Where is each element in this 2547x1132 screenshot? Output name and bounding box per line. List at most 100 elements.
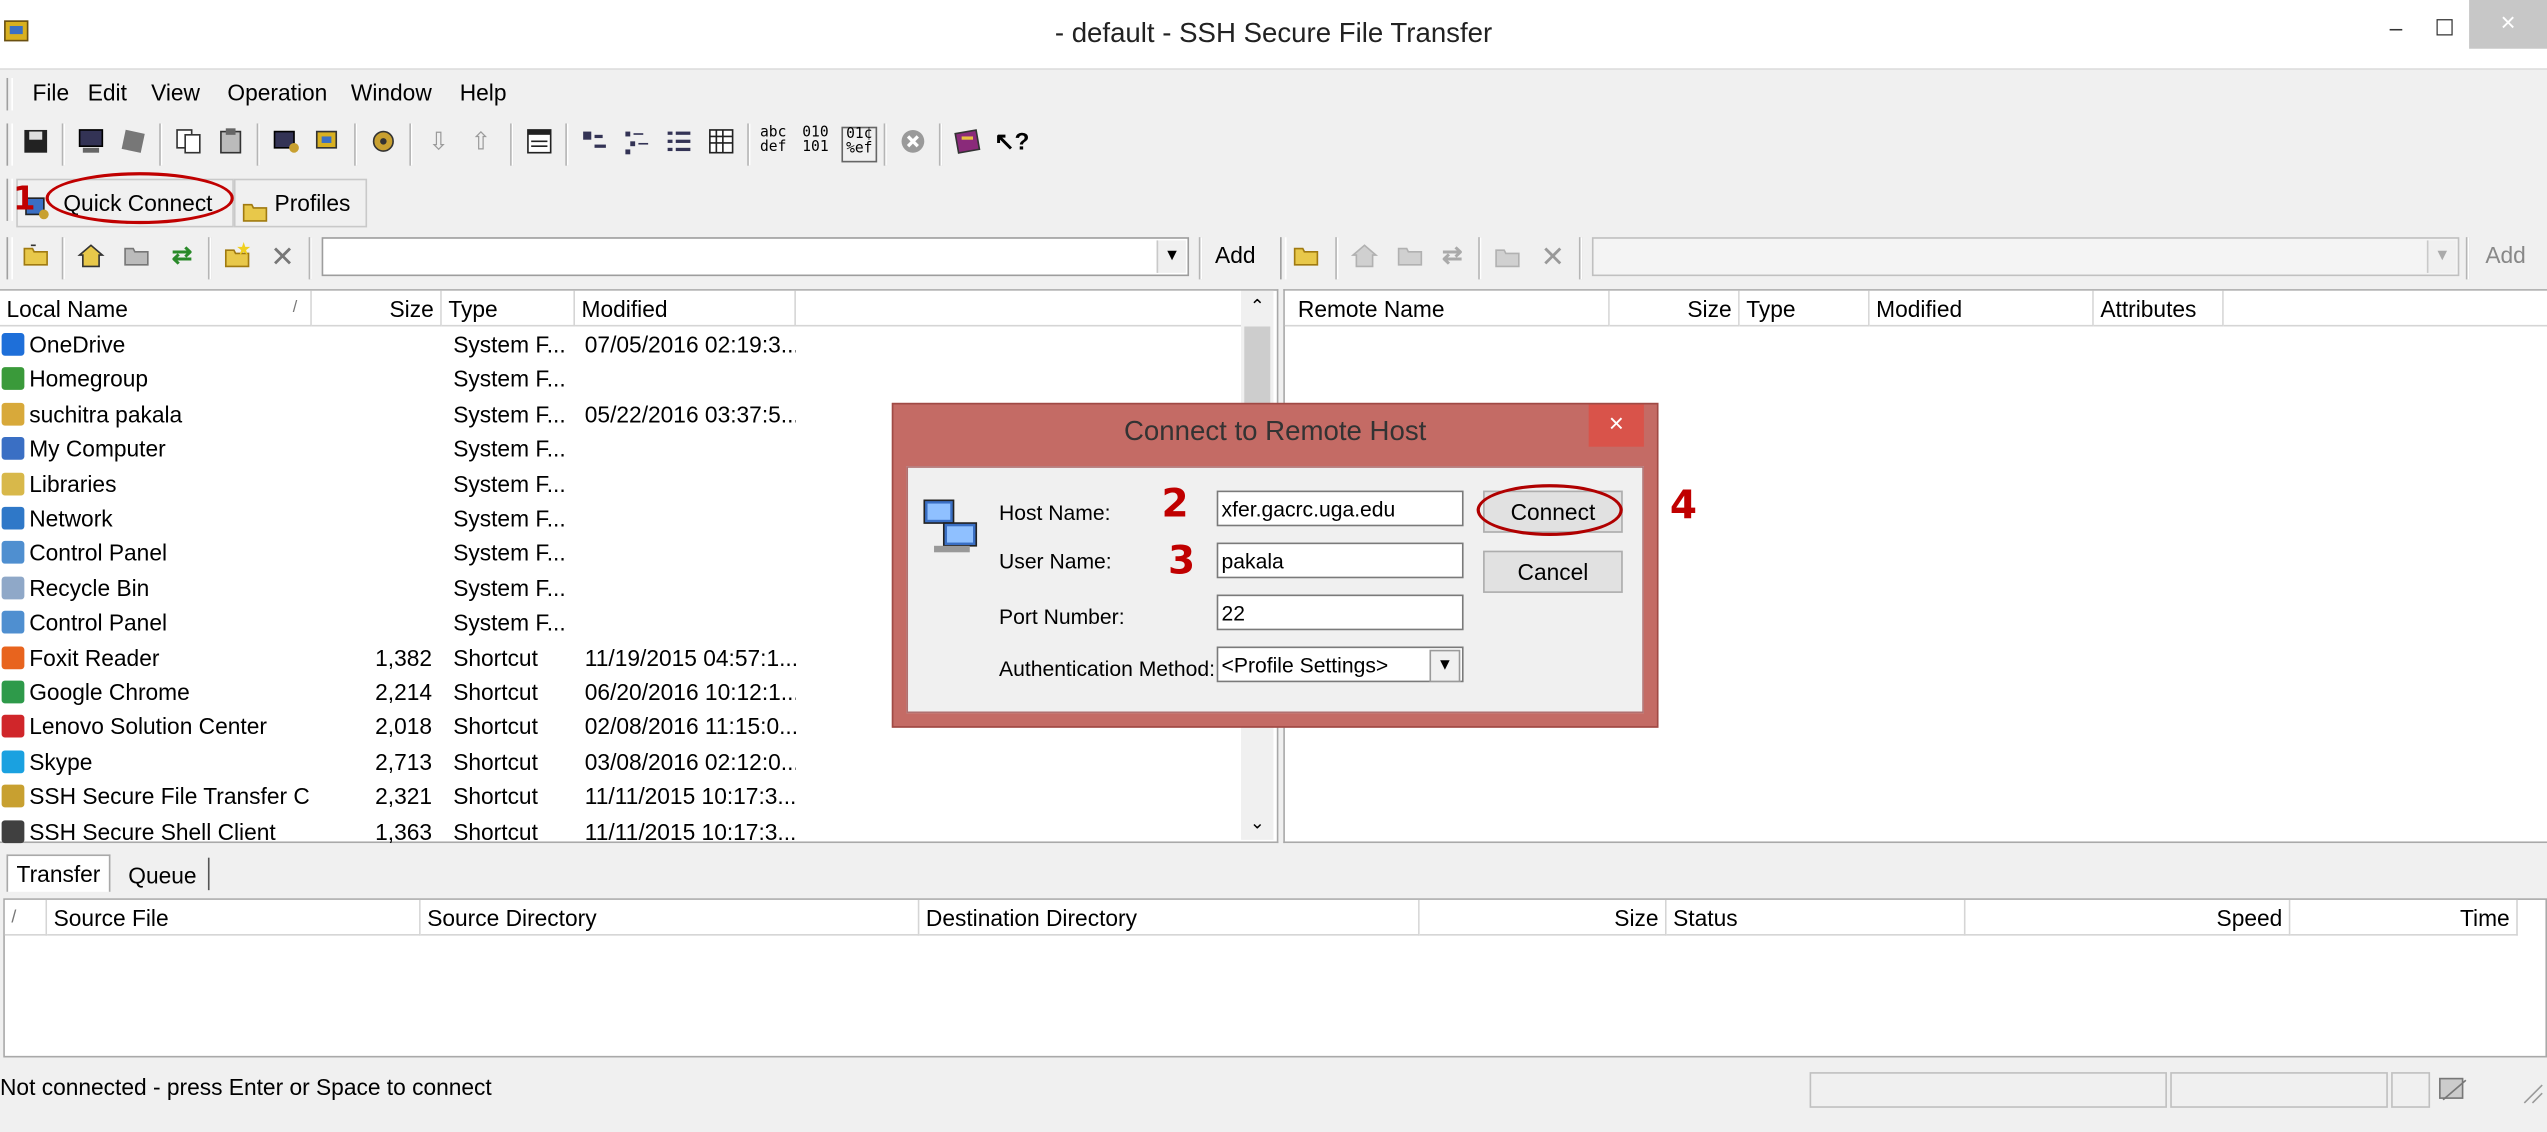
upload-arrow-icon[interactable]: ⇧ <box>465 127 497 159</box>
file-row[interactable]: OneDrive System F... 07/05/2016 02:19:3... <box>0 328 1235 362</box>
whats-this-help-icon[interactable]: ↖? <box>994 127 1029 159</box>
file-name: OneDrive <box>29 331 126 358</box>
bar-grip <box>1280 237 1287 280</box>
delete-icon[interactable]: ✕ <box>266 240 298 272</box>
quick-connect-transfer-icon[interactable] <box>312 127 344 159</box>
menu-file[interactable]: File <box>32 80 69 106</box>
disconnect-icon[interactable] <box>897 127 929 159</box>
scroll-thumb[interactable] <box>1244 326 1271 408</box>
column-source-file[interactable]: Source File <box>47 899 421 936</box>
file-row[interactable]: SSH Secure Shell Client 1,363 Shortcut 11/1… <box>0 815 1235 849</box>
column-modified[interactable]: Modified <box>1869 290 2094 327</box>
file-type: System F... <box>453 574 566 601</box>
column-destination-directory[interactable]: Destination Directory <box>919 899 1420 936</box>
column-attributes[interactable]: Attributes <box>2093 290 2224 327</box>
user-folder-icon <box>1 402 25 426</box>
tab-transfer[interactable]: Transfer <box>6 854 111 892</box>
file-type: System F... <box>453 366 566 393</box>
column-remote-name[interactable]: Remote Name <box>1284 290 1610 327</box>
home-folder-icon[interactable] <box>75 240 107 272</box>
refresh-icon[interactable]: ⇄ <box>166 240 198 272</box>
open-folder-icon[interactable] <box>120 240 152 272</box>
resize-grip-icon[interactable] <box>2518 1079 2544 1105</box>
small-icons-view-icon[interactable] <box>621 127 653 159</box>
cancel-button[interactable]: Cancel <box>1483 550 1623 593</box>
menu-operation[interactable]: Operation <box>227 80 327 106</box>
chevron-down-icon[interactable]: ▼ <box>1156 240 1186 273</box>
transfer-list-pane: / Source File Source Directory Destinati… <box>3 898 2547 1058</box>
ascii-mode-icon[interactable]: abc def <box>757 126 789 159</box>
port-number-field[interactable]: 22 <box>1216 594 1464 631</box>
user-name-label: User Name: <box>999 549 1112 574</box>
save-icon[interactable] <box>19 127 51 159</box>
maximize-button[interactable]: ☐ <box>2427 10 2463 46</box>
connect-bar: Quick Connect 1 Profiles <box>0 172 374 228</box>
column-sort[interactable]: / <box>4 899 48 936</box>
menu-help[interactable]: Help <box>460 80 507 106</box>
refresh-icon[interactable]: ⇄ <box>1436 240 1468 272</box>
parent-folder-icon[interactable] <box>19 240 51 272</box>
details-view-icon[interactable] <box>705 127 737 159</box>
local-add-button[interactable]: Add <box>1215 242 1255 268</box>
column-status[interactable]: Status <box>1666 899 1966 936</box>
remote-nav-toolbar: ⇄ ✕ ▼ Add <box>1280 231 2547 286</box>
annotation-number-1: 1 <box>12 178 36 218</box>
column-type[interactable]: Type <box>441 290 576 327</box>
file-row[interactable]: SSH Secure File Transfer C... 2,321 Shortc… <box>0 780 1235 814</box>
large-icons-view-icon[interactable] <box>578 127 610 159</box>
file-row[interactable]: Skype 2,713 Shortcut 03/08/2016 02:12:0... <box>0 745 1235 779</box>
file-modified: 05/22/2016 03:37:5... <box>584 400 796 427</box>
column-size[interactable]: Size <box>1609 290 1740 327</box>
column-size[interactable]: Size <box>311 290 442 327</box>
menu-window[interactable]: Window <box>351 80 432 106</box>
chevron-down-icon[interactable]: ▼ <box>1429 649 1461 683</box>
app-window: - default - SSH Secure File Transfer ‒ ☐… <box>0 0 2547 1132</box>
column-time[interactable]: Time <box>2290 899 2518 936</box>
new-terminal-icon[interactable] <box>75 127 107 159</box>
host-name-field[interactable]: xfer.gacrc.uga.edu <box>1216 490 1464 527</box>
help-topics-icon[interactable] <box>952 127 984 159</box>
menu-view[interactable]: View <box>151 80 200 106</box>
chevron-down-icon[interactable]: ▼ <box>2426 240 2457 273</box>
file-row[interactable]: Homegroup System F... <box>0 363 1235 397</box>
dialog-close-button[interactable]: × <box>1588 404 1644 447</box>
column-type[interactable]: Type <box>1739 290 1870 327</box>
list-view-icon[interactable] <box>663 127 695 159</box>
menu-edit[interactable]: Edit <box>88 80 127 106</box>
auto-mode-icon[interactable]: 01¢ %ef <box>841 126 878 163</box>
minimize-button[interactable]: ‒ <box>2378 10 2414 46</box>
scroll-down-icon[interactable]: ⌄ <box>1241 807 1273 839</box>
local-path-combo[interactable]: ▼ <box>321 237 1190 277</box>
computer-icon <box>1 437 25 461</box>
parent-folder-icon[interactable] <box>1290 240 1322 272</box>
column-local-name[interactable]: Local Name / <box>0 290 312 327</box>
paste-icon[interactable] <box>214 127 246 159</box>
column-size[interactable]: Size <box>1419 899 1667 936</box>
remote-add-button[interactable]: Add <box>2485 242 2525 268</box>
cloud-icon <box>1 333 25 356</box>
file-type: Shortcut <box>453 783 538 810</box>
auth-method-select[interactable]: <Profile Settings> ▼ <box>1216 646 1464 683</box>
column-source-directory[interactable]: Source Directory <box>420 899 920 936</box>
column-modified[interactable]: Modified <box>575 290 796 327</box>
binary-mode-icon[interactable]: 010 101 <box>799 126 831 159</box>
quick-connect-terminal-icon[interactable] <box>270 127 302 159</box>
new-folder-icon[interactable] <box>1491 240 1523 272</box>
close-window-button[interactable]: × <box>2469 0 2547 49</box>
tab-queue[interactable]: Queue <box>117 857 210 891</box>
new-folder-icon[interactable] <box>221 240 253 272</box>
column-speed[interactable]: Speed <box>1965 899 2291 936</box>
delete-icon[interactable]: ✕ <box>1537 240 1569 272</box>
profiles-button[interactable]: Profiles <box>233 178 368 228</box>
new-file-transfer-icon[interactable] <box>117 127 149 159</box>
annotation-number-4: 4 <box>1669 482 1698 528</box>
settings-icon[interactable] <box>367 127 399 159</box>
copy-icon[interactable] <box>172 127 204 159</box>
user-name-field[interactable]: pakala <box>1216 542 1464 579</box>
home-folder-icon[interactable] <box>1348 240 1380 272</box>
scroll-up-icon[interactable]: ⌃ <box>1241 291 1273 323</box>
view-window-icon[interactable] <box>523 127 555 159</box>
remote-path-combo[interactable]: ▼ <box>1591 237 2460 277</box>
download-arrow-icon[interactable]: ⇩ <box>422 127 454 159</box>
open-folder-icon[interactable] <box>1394 240 1426 272</box>
